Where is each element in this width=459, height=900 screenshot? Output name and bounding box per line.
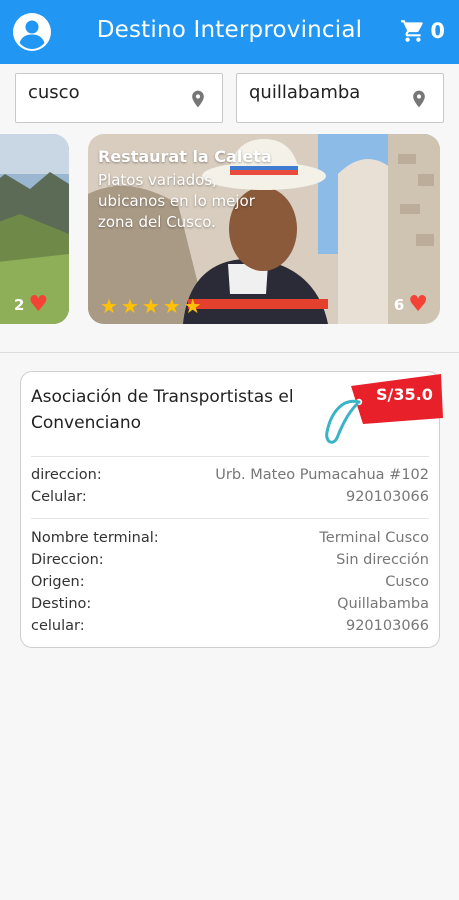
destination-field[interactable] [236, 73, 444, 123]
heart-icon[interactable]: ♥ [28, 294, 48, 316]
info-row: Nombre terminal: Terminal Cusco [31, 530, 429, 552]
card-title: Restaurat la Caleta [98, 147, 272, 166]
row-value: 920103066 [345, 618, 429, 634]
company-name: Asociación de Transportistas el Convenci… [31, 387, 294, 433]
likes-counter[interactable]: 2 ♥ [14, 294, 48, 316]
star-icon: ★ [162, 294, 181, 318]
row-label: celular: [31, 618, 85, 634]
row-label: Origen: [31, 574, 85, 590]
page-title: Destino Interprovincial [96, 17, 363, 43]
divider [31, 456, 429, 457]
row-value: Sin dirección [336, 552, 429, 568]
cart-count: 0 [430, 19, 445, 43]
heart-icon[interactable]: ♥ [408, 294, 428, 316]
origin-input[interactable] [28, 82, 178, 103]
section-divider [0, 352, 459, 353]
card-description: Platos variados, ubicanos en lo mejor zo… [98, 171, 255, 231]
row-value: 920103066 [345, 489, 429, 505]
info-row: Direccion: Sin dirección [31, 552, 429, 574]
cart-icon [401, 20, 424, 42]
promo-carousel[interactable]: 2 ♥ Restaurat la Caleta Platos variados, [0, 134, 459, 326]
likes-count: 6 [393, 296, 405, 314]
row-label: Nombre terminal: [31, 530, 159, 546]
destination-input[interactable] [249, 82, 399, 103]
transport-result-card[interactable]: Asociación de Transportistas el Convenci… [20, 371, 443, 648]
map-pin-icon[interactable] [409, 87, 429, 111]
promo-card[interactable]: 2 ♥ [0, 134, 69, 324]
row-value: Cusco [385, 574, 429, 590]
info-row: Origen: Cusco [31, 574, 429, 596]
divider [31, 518, 429, 519]
app-bar: Destino Interprovincial 0 [0, 0, 459, 64]
info-row: Celular: 920103066 [31, 489, 429, 511]
row-value: Quillabamba [337, 596, 429, 612]
price-tag-icon [325, 374, 443, 444]
star-icon: ★ [100, 294, 118, 318]
map-pin-icon[interactable] [188, 87, 208, 111]
info-row: direccion: Urb. Mateo Pumacahua #102 [31, 467, 429, 489]
row-value: Terminal Cusco [319, 530, 429, 546]
star-icon: ★ [120, 294, 139, 318]
likes-count: 2 [14, 296, 25, 314]
promo-card[interactable]: Restaurat la Caleta Platos variados, ubi… [88, 134, 440, 324]
rating-stars: ★ ★ ★ ★ ★ [100, 296, 202, 316]
row-label: Destino: [31, 596, 92, 612]
origin-field[interactable] [15, 73, 223, 123]
info-row: Destino: Quillabamba [31, 596, 429, 618]
info-row: celular: 920103066 [31, 618, 429, 640]
star-icon: ★ [183, 294, 202, 318]
row-label: Celular: [31, 489, 87, 505]
row-label: Direccion: [31, 552, 104, 568]
row-label: direccion: [31, 467, 102, 483]
price-label: S/35.0 [376, 385, 433, 404]
row-value: Urb. Mateo Pumacahua #102 [215, 467, 429, 483]
likes-counter[interactable]: 6 ♥ [394, 294, 428, 316]
cart-button[interactable]: 0 [400, 18, 445, 44]
star-icon: ★ [141, 294, 160, 318]
